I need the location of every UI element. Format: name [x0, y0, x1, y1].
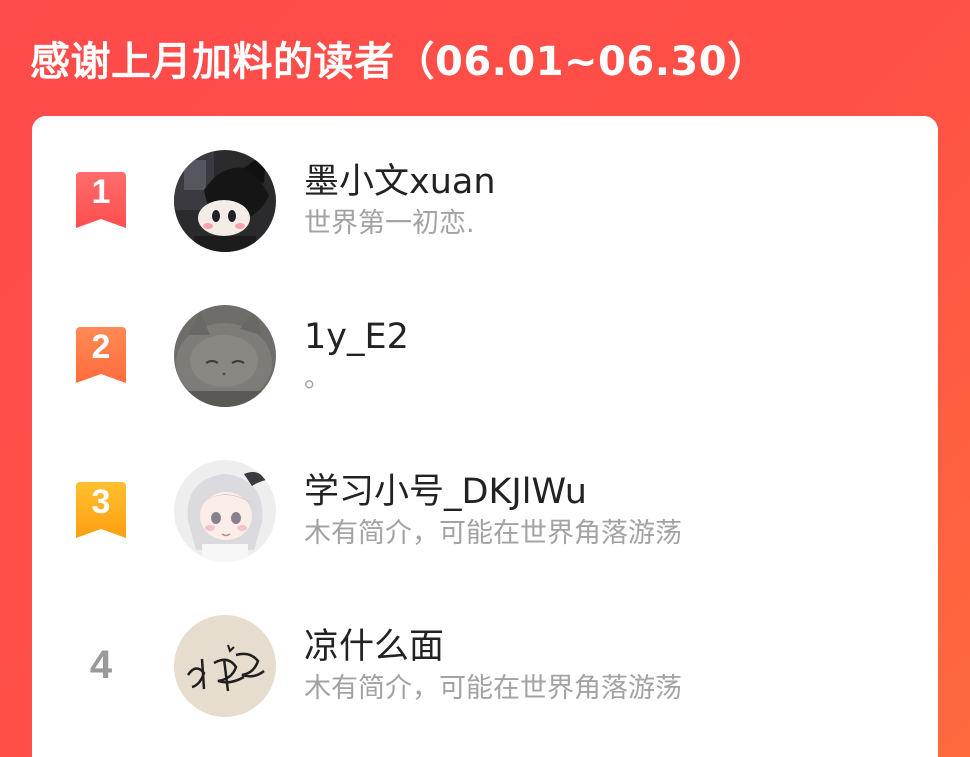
page-title: 感谢上月加料的读者（06.01~06.30）: [30, 39, 768, 85]
rank-badge-3: 3: [70, 456, 130, 566]
reader-row-4[interactable]: 4 凉什么面 木有简介，可能在世界角落游荡: [32, 611, 938, 721]
reader-bio: 。: [304, 363, 331, 394]
reader-name[interactable]: 1y_E2: [304, 315, 409, 359]
rank-number: 2: [91, 328, 111, 366]
reader-name[interactable]: 学习小号_DKJlWu: [304, 470, 587, 514]
rank-number: 1: [91, 173, 111, 211]
rank-badge-1: 1: [70, 146, 130, 256]
rank-number: 3: [91, 483, 111, 521]
reader-name[interactable]: 凉什么面: [304, 625, 444, 669]
kuromi-plush-avatar-icon: [174, 150, 276, 252]
avatar[interactable]: [174, 615, 276, 717]
avatar[interactable]: [174, 460, 276, 562]
reader-name[interactable]: 墨小文xuan: [304, 160, 496, 204]
avatar[interactable]: [174, 150, 276, 252]
reader-row-2[interactable]: 2 1y_E2 。: [32, 301, 938, 411]
reader-row-1[interactable]: 1 墨小文xuan 世界第一初恋.: [32, 146, 938, 256]
gray-cat-avatar-icon: [174, 305, 276, 407]
rank-badge-4: 4: [70, 611, 130, 721]
reader-bio: 世界第一初恋.: [304, 208, 475, 239]
rank-number: 4: [89, 643, 113, 687]
reader-row-3[interactable]: 3 学习小号_DKJlWu 木有简介，可能在世界角落游荡: [32, 456, 938, 566]
reader-bio: 木有简介，可能在世界角落游荡: [304, 673, 682, 704]
rank-badge-2: 2: [70, 301, 130, 411]
reader-bio: 木有简介，可能在世界角落游荡: [304, 518, 682, 549]
avatar[interactable]: [174, 305, 276, 407]
handwritten-signature-avatar-icon: [174, 615, 276, 717]
readers-list-card: 1 墨小文xuan 世界第一初恋. 2 1y_E2 。 3 学习小号_DKJlW…: [32, 116, 938, 757]
anime-girl-avatar-icon: [174, 460, 276, 562]
